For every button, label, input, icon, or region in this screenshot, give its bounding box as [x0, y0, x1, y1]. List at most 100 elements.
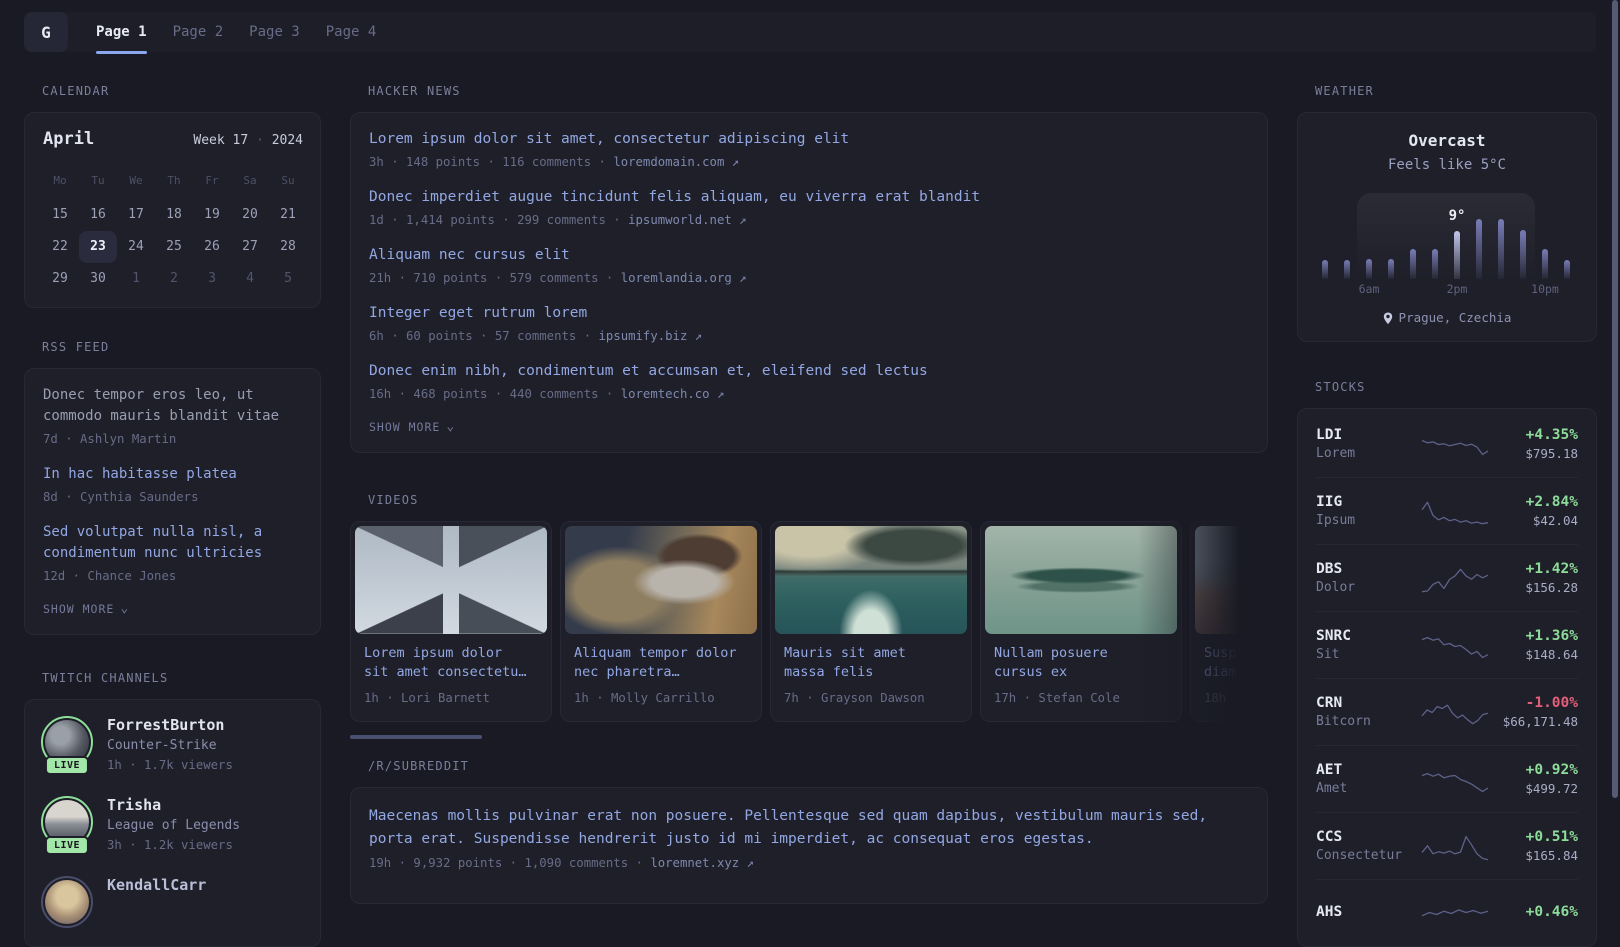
stock-sparkline [1421, 909, 1488, 917]
stock-row[interactable]: CRN Bitcorn -1.00% $66,171.48 [1316, 678, 1578, 745]
video-thumbnail [775, 526, 967, 634]
hackernews-item[interactable]: Donec enim nibh, condimentum et accumsan… [369, 361, 1249, 404]
calendar-weekday: Fr [205, 174, 219, 187]
hackernews-item[interactable]: Lorem ipsum dolor sit amet, consectetur … [369, 129, 1249, 172]
subreddit-post-domain-link[interactable]: loremnet.xyz ↗ [650, 856, 754, 870]
calendar-weekday: We [129, 174, 143, 187]
stock-symbol: LDI [1316, 427, 1343, 443]
stock-sparkline [1421, 439, 1489, 456]
calendar-weekday: Sa [243, 174, 257, 187]
calendar-day-selected: 23 [79, 231, 117, 263]
hackernews-item-domain-link[interactable]: loremlandia.org ↗ [621, 271, 747, 285]
weather-location-text: Prague, Czechia [1398, 310, 1512, 325]
hackernews-item-title: Integer eget rutrum lorem [369, 305, 588, 321]
subreddit-post[interactable]: Maecenas mollis pulvinar erat non posuer… [369, 805, 1249, 873]
rss-item[interactable]: Donec tempor eros leo, ut commodo mauris… [43, 385, 302, 449]
video-thumbnail [355, 526, 547, 634]
stock-price: $795.18 [1525, 446, 1578, 461]
video-card[interactable]: Aliquam tempor dolor nec pharetra… 1h · M… [560, 521, 762, 722]
hackernews-item[interactable]: Aliquam nec cursus elit 21h · 710 points … [369, 245, 1249, 288]
stock-row[interactable]: AHS +0.46% [1316, 879, 1578, 944]
stock-info: SNRC Sit [1316, 626, 1420, 664]
video-card[interactable]: Mauris sit amet massa felis 7h · Grayson … [770, 521, 972, 722]
stock-symbol: AET [1316, 762, 1343, 778]
hackernews-widget: Lorem ipsum dolor sit amet, consectetur … [350, 112, 1268, 453]
calendar-weekday: Th [167, 174, 181, 187]
calendar-month: April [43, 129, 95, 149]
weather-hour-bar [1520, 230, 1526, 279]
calendar-day: 18 [166, 207, 182, 222]
video-meta: 17h · Stefan Cole [994, 691, 1120, 705]
video-card[interactable]: Suspendisse diam 18h · Tara [1190, 521, 1268, 722]
calendar-header: April Week 17 · 2024 [41, 129, 305, 153]
twitch-widget: LIVE ForrestBurton Counter-Strike 1h · 1.7k… [24, 699, 321, 947]
video-card[interactable]: Nullam posuere cursus ex 17h · Stefan Col… [980, 521, 1182, 722]
page-scrollbar-thumb[interactable] [1612, 0, 1618, 798]
stock-symbol: IIG [1316, 494, 1343, 510]
calendar-day-grid: 15 16 17 18 19 20 21 22 23 24 25 26 27 28 29 30 1 2 3 4 5 [41, 199, 305, 295]
stock-row[interactable]: IIG Ipsum +2.84% $42.04 [1316, 477, 1578, 544]
stock-sparkline [1421, 704, 1488, 725]
hackernews-item[interactable]: Donec imperdiet augue tincidunt felis al… [369, 187, 1249, 230]
calendar-day: 27 [242, 239, 258, 254]
stock-values: +4.35% $795.18 [1490, 425, 1578, 463]
calendar-day: 24 [128, 239, 144, 254]
stock-info: AHS [1316, 902, 1420, 922]
weather-hour-bar [1498, 219, 1504, 279]
rss-item[interactable]: Sed volutpat nulla nisl, a condimentum n… [43, 522, 302, 586]
videos-carousel-scrollbar[interactable] [350, 735, 482, 739]
weather-hour-bar [1476, 219, 1482, 279]
calendar-day: 2 [170, 271, 178, 286]
rss-show-more-button[interactable]: SHOW MORE ⌄ [43, 601, 302, 618]
stock-change-percent: +0.46% [1525, 904, 1578, 920]
stock-info: CRN Bitcorn [1316, 693, 1420, 731]
hackernews-item-domain-link[interactable]: ipsumworld.net ↗ [628, 213, 746, 227]
videos-row: Lorem ipsum dolor sit amet consectetu… 1h… [350, 521, 1268, 722]
weather-daytime-highlight [1357, 193, 1535, 279]
chevron-down-icon: ⌄ [120, 601, 130, 616]
hackernews-show-more-button[interactable]: SHOW MORE ⌄ [369, 419, 1249, 436]
weather-feels-like: Feels like 5°C [1387, 157, 1506, 173]
stock-price: $165.84 [1525, 848, 1578, 863]
video-title: Nullam posuere cursus ex [994, 645, 1108, 680]
weather-widget: Overcast Feels like 5°C 9° 6am 2pm 10pm Pr… [1297, 112, 1597, 342]
weather-hour-bar [1388, 259, 1394, 279]
video-title: Lorem ipsum dolor sit amet consectetu… [364, 645, 527, 680]
video-card[interactable]: Lorem ipsum dolor sit amet consectetu… 1h… [350, 521, 552, 722]
stock-row[interactable]: AET Amet +0.92% $499.72 [1316, 745, 1578, 812]
calendar-day: 28 [280, 239, 296, 254]
weather-condition: Overcast [1408, 131, 1486, 150]
stock-change-percent: +0.51% [1525, 829, 1578, 845]
stock-price: $148.64 [1525, 647, 1578, 662]
stock-row[interactable]: SNRC Sit +1.36% $148.64 [1316, 611, 1578, 678]
video-title: Mauris sit amet massa felis [784, 645, 906, 680]
twitch-avatar-wrap [41, 876, 93, 928]
hackernews-item-domain-link[interactable]: loremtech.co ↗ [621, 387, 725, 401]
weather-hour-bar [1344, 260, 1350, 279]
calendar-day: 20 [242, 207, 258, 222]
weather-hour-bar [1564, 260, 1570, 279]
twitch-channel-row[interactable]: LIVE Trisha League of Legends 3h · 1.2k vie… [41, 796, 302, 855]
weather-time-label: 6am [1358, 282, 1380, 296]
video-thumbnail [1195, 526, 1268, 634]
rss-item[interactable]: In hac habitasse platea 8d · Cynthia Saun… [43, 464, 302, 507]
stock-change-percent: -1.00% [1525, 695, 1578, 711]
stock-row[interactable]: DBS Dolor +1.42% $156.28 [1316, 544, 1578, 611]
stock-values: +0.51% $165.84 [1490, 827, 1578, 865]
twitch-channel-row[interactable]: KendallCarr [41, 876, 302, 928]
calendar-weekday: Tu [91, 174, 105, 187]
hackernews-item-meta: 6h · 60 points · 57 comments · ipsumify.… [369, 329, 703, 343]
stock-row[interactable]: CCS Consectetur +0.51% $165.84 [1316, 812, 1578, 879]
hackernews-item-meta: 21h · 710 points · 579 comments · loreml… [369, 271, 747, 285]
hackernews-item-domain-link[interactable]: ipsumify.biz ↗ [599, 329, 703, 343]
stock-change-percent: +1.42% [1525, 561, 1578, 577]
hackernews-item[interactable]: Integer eget rutrum lorem 6h · 60 points … [369, 303, 1249, 346]
stock-values: +1.42% $156.28 [1490, 559, 1578, 597]
twitch-channel-row[interactable]: LIVE ForrestBurton Counter-Strike 1h · 1.7k… [41, 716, 302, 775]
calendar-day: 29 [52, 271, 68, 286]
calendar-week-year: Week 17 · 2024 [193, 133, 303, 148]
hackernews-item-domain-link[interactable]: loremdomain.com ↗ [613, 155, 739, 169]
calendar-day: 19 [204, 207, 220, 222]
stock-row[interactable]: LDI Lorem +4.35% $795.18 [1316, 411, 1578, 477]
video-meta: 7h · Grayson Dawson [784, 691, 925, 705]
